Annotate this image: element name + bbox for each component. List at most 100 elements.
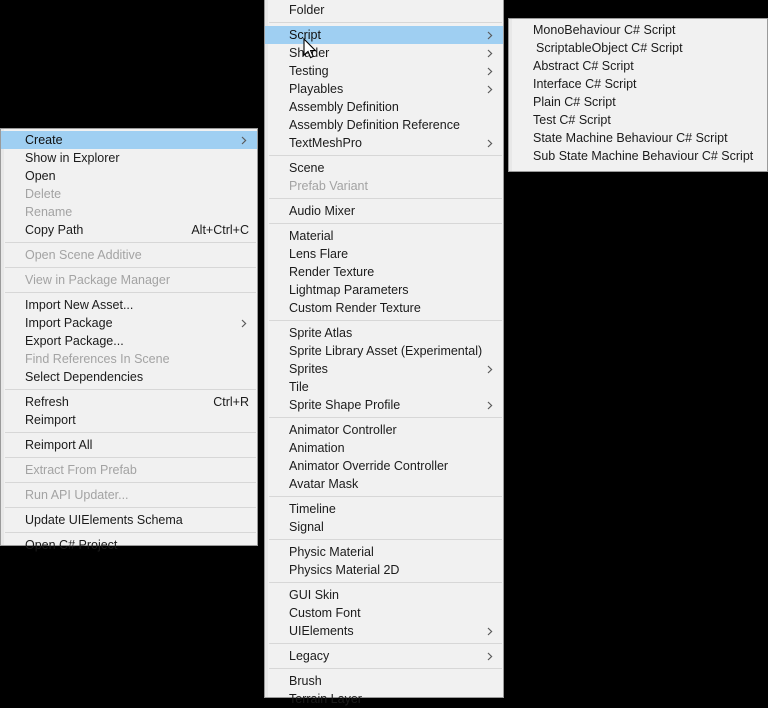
chevron-right-icon (485, 363, 495, 375)
menu-item-label: Abstract C# Script (533, 59, 634, 73)
menu-item-plain-c-script[interactable]: Plain C# Script (509, 93, 767, 111)
menu-item-shortcut: Alt+Ctrl+C (191, 223, 249, 237)
menu-item-assembly-definition-reference[interactable]: Assembly Definition Reference (265, 116, 503, 134)
menu-item-label: Legacy (289, 649, 330, 663)
menu-item-create[interactable]: Create (1, 131, 257, 149)
menu-item-sub-state-machine-behaviour-c-script[interactable]: Sub State Machine Behaviour C# Script (509, 147, 767, 165)
menu-item-gui-skin[interactable]: GUI Skin (265, 586, 503, 604)
menu-item-show-in-explorer[interactable]: Show in Explorer (1, 149, 257, 167)
menu-separator (269, 417, 502, 418)
menu-item-shader[interactable]: Shader (265, 44, 503, 62)
menu-item-sprite-shape-profile[interactable]: Sprite Shape Profile (265, 396, 503, 414)
menu-item-open[interactable]: Open (1, 167, 257, 185)
chevron-right-icon (485, 65, 495, 77)
menu-item-label: Import New Asset... (25, 298, 134, 312)
menu-item-render-texture[interactable]: Render Texture (265, 263, 503, 281)
menu-item-sprites[interactable]: Sprites (265, 360, 503, 378)
menu-separator (269, 582, 502, 583)
menu-item-label: Assembly Definition (289, 100, 399, 114)
menu-separator (269, 320, 502, 321)
menu-item-lightmap-parameters[interactable]: Lightmap Parameters (265, 281, 503, 299)
menu-item-folder[interactable]: Folder (265, 1, 503, 19)
menu-item-testing[interactable]: Testing (265, 62, 503, 80)
menu-item-reimport[interactable]: Reimport (1, 411, 257, 429)
chevron-right-icon (485, 29, 495, 41)
menu-item-import-new-asset[interactable]: Import New Asset... (1, 296, 257, 314)
menu-item-select-dependencies[interactable]: Select Dependencies (1, 368, 257, 386)
menu-item-lens-flare[interactable]: Lens Flare (265, 245, 503, 263)
menu-item-label: Script (289, 28, 321, 42)
menu-item-legacy[interactable]: Legacy (265, 647, 503, 665)
menu-item-label: Sub State Machine Behaviour C# Script (533, 149, 754, 163)
menu-item-tile[interactable]: Tile (265, 378, 503, 396)
menu-item-update-uielements-schema[interactable]: Update UIElements Schema (1, 511, 257, 529)
menu-item-scriptableobject-c-script[interactable]: ScriptableObject C# Script (509, 39, 767, 57)
menu-item-uielements[interactable]: UIElements (265, 622, 503, 640)
menu-item-custom-font[interactable]: Custom Font (265, 604, 503, 622)
menu-item-refresh[interactable]: Refresh Ctrl+R (1, 393, 257, 411)
menu-item-label: View in Package Manager (25, 273, 170, 287)
menu-item-label: Sprite Atlas (289, 326, 353, 340)
menu-item-copy-path[interactable]: Copy Path Alt+Ctrl+C (1, 221, 257, 239)
menu-item-label: Open C# Project (25, 538, 118, 552)
menu-separator (5, 457, 256, 458)
menu-separator (5, 242, 256, 243)
menu-item-rename: Rename (1, 203, 257, 221)
menu-item-sprite-atlas[interactable]: Sprite Atlas (265, 324, 503, 342)
assets-context-menu[interactable]: Create Show in Explorer Open Delete Rename Co… (0, 128, 258, 552)
menu-item-label: Extract From Prefab (25, 463, 137, 477)
menu-item-label: Brush (289, 674, 322, 688)
menu-item-textmeshpro[interactable]: TextMeshPro (265, 134, 503, 152)
menu-item-script[interactable]: Script (265, 26, 503, 44)
menu-item-custom-render-texture[interactable]: Custom Render Texture (265, 299, 503, 317)
menu-item-label: Sprite Shape Profile (289, 398, 401, 412)
menu-item-label: Lens Flare (289, 247, 349, 261)
menu-separator (269, 643, 502, 644)
menu-item-brush[interactable]: Brush (265, 672, 503, 690)
chevron-right-icon (485, 399, 495, 411)
menu-item-signal[interactable]: Signal (265, 518, 503, 536)
menu-item-label: Animator Override Controller (289, 459, 449, 473)
menu-item-label: Testing (289, 64, 329, 78)
create-submenu[interactable]: Folder Script Shader Testing Playables Assemb… (264, 0, 504, 706)
menu-item-open-c-project[interactable]: Open C# Project (1, 536, 257, 554)
menu-separator (5, 292, 256, 293)
menu-item-avatar-mask[interactable]: Avatar Mask (265, 475, 503, 493)
menu-item-scene[interactable]: Scene (265, 159, 503, 177)
menu-item-playables[interactable]: Playables (265, 80, 503, 98)
editor-backdrop-bottom-left (0, 546, 258, 698)
script-submenu[interactable]: MonoBehaviour C# Script ScriptableObject … (508, 18, 768, 172)
menu-item-extract-from-prefab: Extract From Prefab (1, 461, 257, 479)
menu-item-reimport-all[interactable]: Reimport All (1, 436, 257, 454)
menu-item-label: Custom Render Texture (289, 301, 421, 315)
menu-item-monobehaviour-c-script[interactable]: MonoBehaviour C# Script (509, 21, 767, 39)
menu-item-physics-material-2d[interactable]: Physics Material 2D (265, 561, 503, 579)
menu-item-import-package[interactable]: Import Package (1, 314, 257, 332)
menu-item-state-machine-behaviour-c-script[interactable]: State Machine Behaviour C# Script (509, 129, 767, 147)
menu-separator (269, 496, 502, 497)
menu-item-label: Shader (289, 46, 330, 60)
menu-item-label: Folder (289, 3, 325, 17)
menu-item-test-c-script[interactable]: Test C# Script (509, 111, 767, 129)
menu-item-abstract-c-script[interactable]: Abstract C# Script (509, 57, 767, 75)
menu-separator (269, 223, 502, 224)
menu-item-export-package[interactable]: Export Package... (1, 332, 257, 350)
menu-item-material[interactable]: Material (265, 227, 503, 245)
menu-item-interface-c-script[interactable]: Interface C# Script (509, 75, 767, 93)
menu-item-terrain-layer[interactable]: Terrain Layer (265, 690, 503, 708)
menu-item-animator-override-controller[interactable]: Animator Override Controller (265, 457, 503, 475)
menu-item-audio-mixer[interactable]: Audio Mixer (265, 202, 503, 220)
editor-backdrop-top-left (0, 0, 258, 128)
menu-item-assembly-definition[interactable]: Assembly Definition (265, 98, 503, 116)
menu-item-label: Import Package (25, 316, 113, 330)
menu-item-timeline[interactable]: Timeline (265, 500, 503, 518)
menu-item-sprite-library-asset-experimental[interactable]: Sprite Library Asset (Experimental) (265, 342, 503, 360)
menu-item-label: Render Texture (289, 265, 375, 279)
menu-item-label: Plain C# Script (533, 95, 616, 109)
menu-item-label: Show in Explorer (25, 151, 120, 165)
menu-item-label: Signal (289, 520, 324, 534)
editor-backdrop-right (506, 172, 768, 698)
menu-item-animator-controller[interactable]: Animator Controller (265, 421, 503, 439)
menu-item-physic-material[interactable]: Physic Material (265, 543, 503, 561)
menu-item-animation[interactable]: Animation (265, 439, 503, 457)
